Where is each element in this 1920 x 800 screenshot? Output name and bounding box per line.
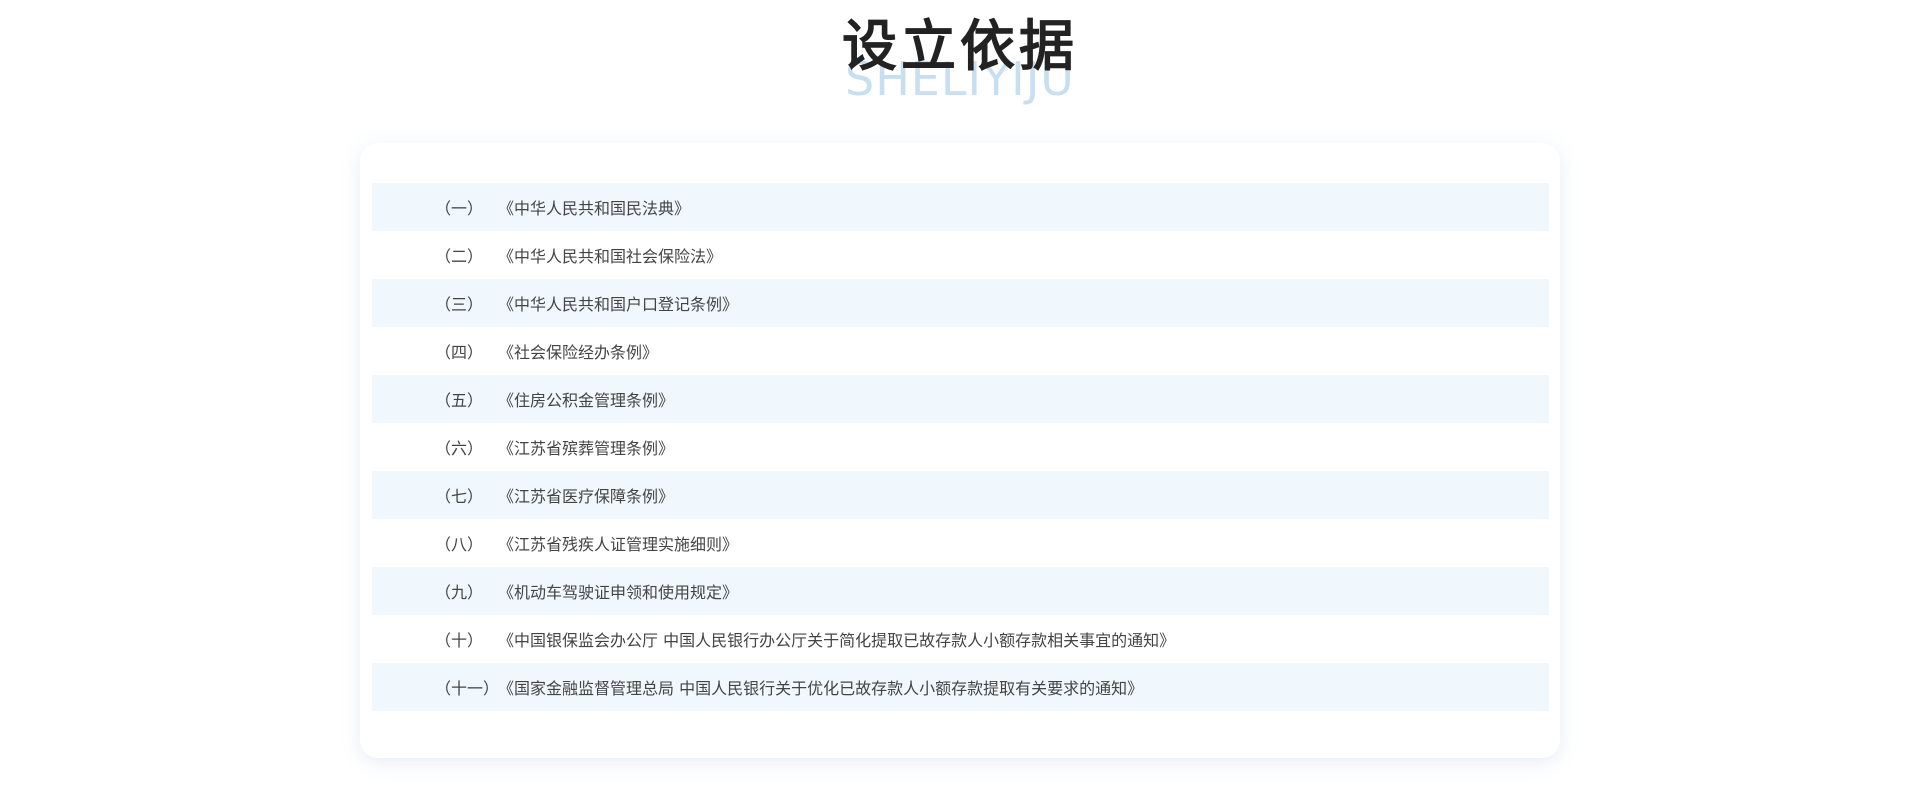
- list-item: （五） 《住房公积金管理条例》: [372, 375, 1549, 423]
- list-item: （九） 《机动车驾驶证申领和使用规定》: [372, 567, 1549, 615]
- item-number: （一）: [435, 199, 484, 218]
- list-item: （三） 《中华人民共和国户口登记条例》: [372, 279, 1549, 327]
- item-number: （九）: [435, 583, 484, 602]
- list-item: （二） 《中华人民共和国社会保险法》: [372, 231, 1549, 279]
- item-number: （四）: [435, 343, 484, 362]
- list-item: （七） 《江苏省医疗保障条例》: [372, 471, 1549, 519]
- item-number: （二）: [435, 247, 484, 266]
- item-number: （七）: [435, 487, 484, 506]
- item-text: 《机动车驾驶证申领和使用规定》: [498, 583, 739, 602]
- section-heading: 设立依据 SHELIYIJU: [0, 0, 1920, 110]
- item-text: 《江苏省残疾人证管理实施细则》: [498, 535, 739, 554]
- item-number: （三）: [435, 295, 484, 314]
- item-number: （六）: [435, 439, 484, 458]
- item-text: 《中国银保监会办公厅 中国人民银行办公厅关于简化提取已故存款人小额存款相关事宜的…: [498, 631, 1176, 650]
- item-text: 《江苏省殡葬管理条例》: [498, 439, 675, 458]
- item-number: （八）: [435, 535, 484, 554]
- list-item: （十一） 《国家金融监督管理总局 中国人民银行关于优化已故存款人小额存款提取有关…: [372, 663, 1549, 711]
- item-text: 《中华人民共和国社会保险法》: [498, 247, 723, 266]
- item-text: 《国家金融监督管理总局 中国人民银行关于优化已故存款人小额存款提取有关要求的通知…: [498, 679, 1144, 698]
- item-number: （十一）: [435, 679, 500, 698]
- list-item: （八） 《江苏省残疾人证管理实施细则》: [372, 519, 1549, 567]
- list-item: （一） 《中华人民共和国民法典》: [372, 183, 1549, 231]
- item-text: 《住房公积金管理条例》: [498, 391, 675, 410]
- basis-card: （一） 《中华人民共和国民法典》 （二） 《中华人民共和国社会保险法》 （三） …: [360, 143, 1560, 758]
- page-title: 设立依据: [841, 14, 1078, 78]
- list-item: （四） 《社会保险经办条例》: [372, 327, 1549, 375]
- basis-list: （一） 《中华人民共和国民法典》 （二） 《中华人民共和国社会保险法》 （三） …: [372, 183, 1549, 711]
- page: 设立依据 SHELIYIJU （一） 《中华人民共和国民法典》 （二） 《中华人…: [0, 0, 1920, 800]
- item-text: 《社会保险经办条例》: [498, 343, 659, 362]
- item-text: 《中华人民共和国民法典》: [498, 199, 691, 218]
- list-item: （六） 《江苏省殡葬管理条例》: [372, 423, 1549, 471]
- item-text: 《江苏省医疗保障条例》: [498, 487, 675, 506]
- item-number: （五）: [435, 391, 484, 410]
- item-number: （十）: [435, 631, 484, 650]
- item-text: 《中华人民共和国户口登记条例》: [498, 295, 739, 314]
- list-item: （十） 《中国银保监会办公厅 中国人民银行办公厅关于简化提取已故存款人小额存款相…: [372, 615, 1549, 663]
